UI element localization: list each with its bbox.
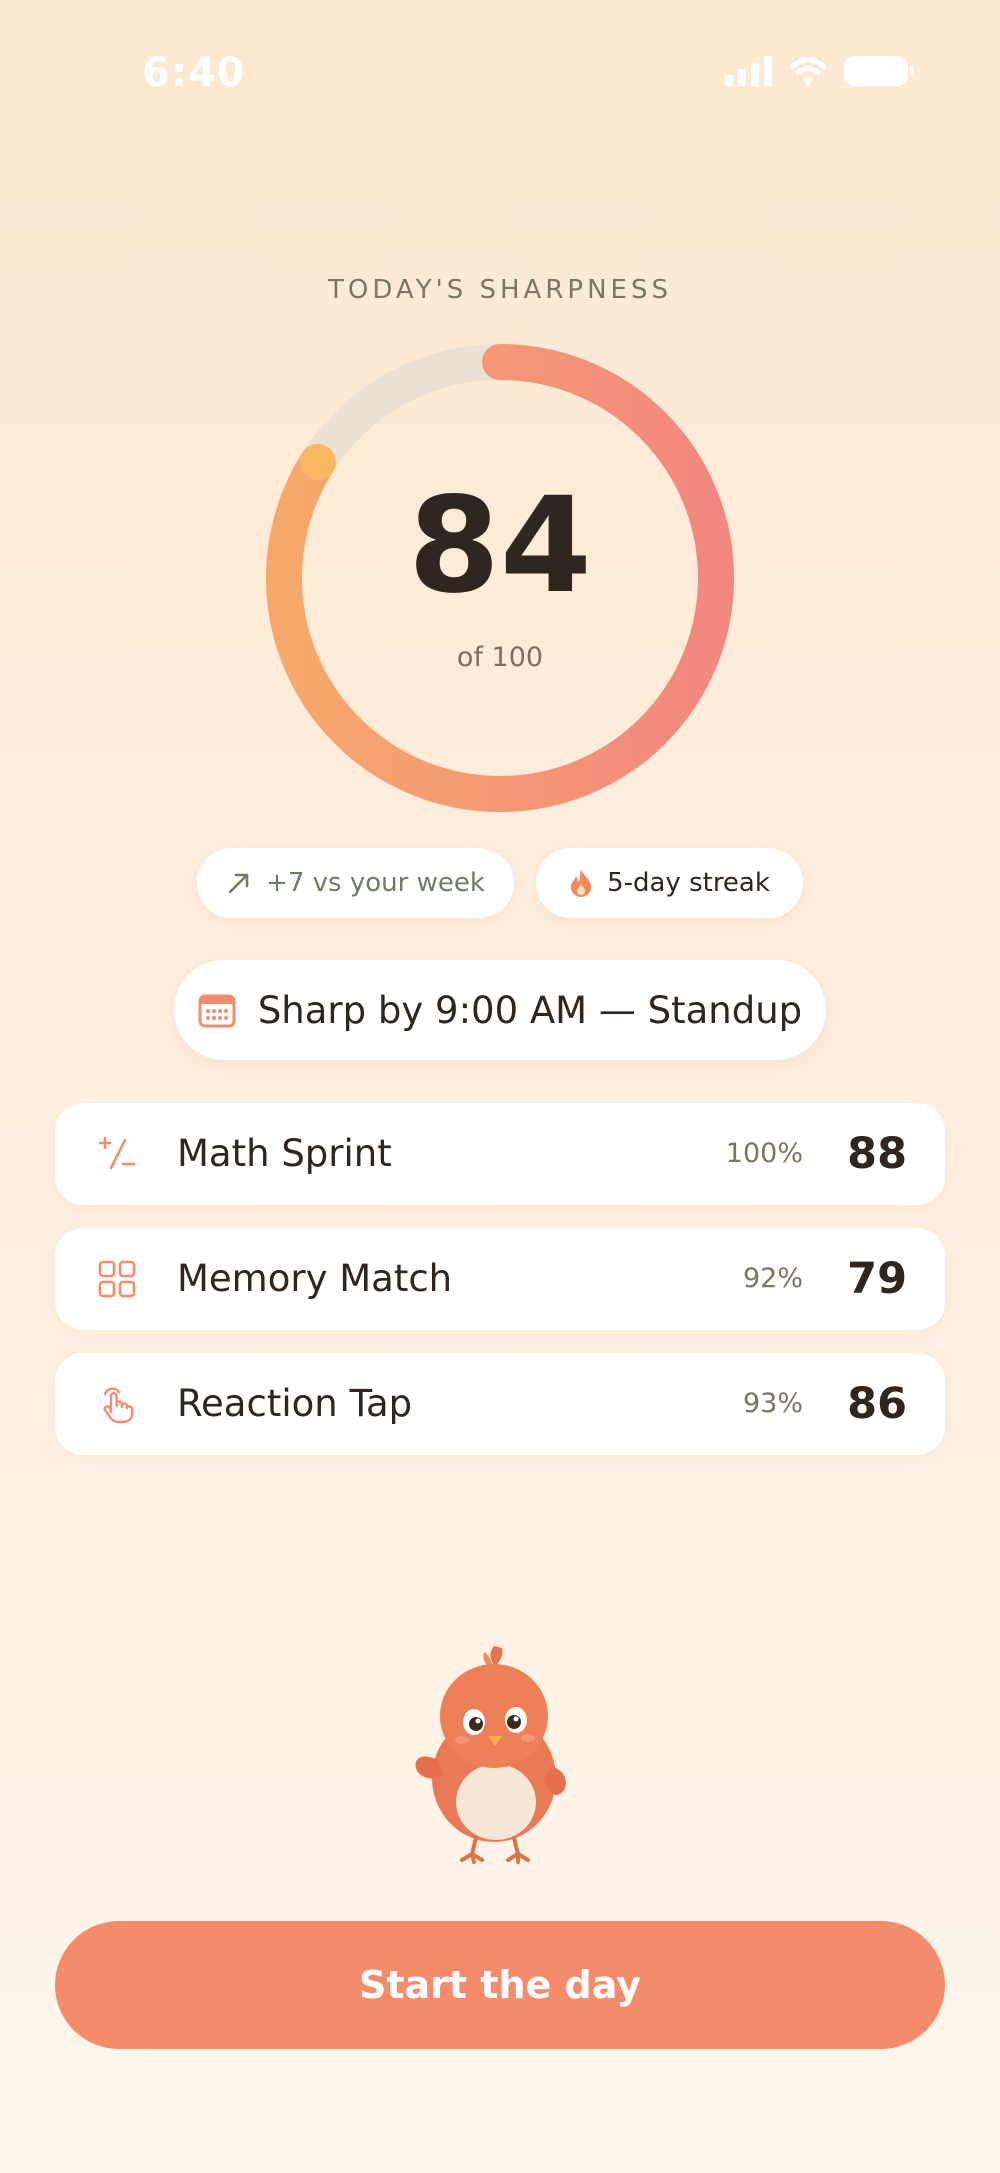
wifi-icon xyxy=(789,57,827,85)
ring-end-knob xyxy=(299,444,336,481)
weekly-change-pill: +7 vs your week xyxy=(197,848,514,918)
start-day-button[interactable]: Start the day xyxy=(55,1921,945,2049)
status-icons xyxy=(725,56,914,86)
game-accuracy: 100% xyxy=(725,1138,803,1169)
game-name: Reaction Tap xyxy=(177,1382,413,1425)
streak-label: 5-day streak xyxy=(607,868,770,898)
game-accuracy: 92% xyxy=(742,1263,803,1294)
trend-up-arrow-icon xyxy=(228,873,249,894)
plus-minus-icon xyxy=(98,1136,136,1170)
game-name: Memory Match xyxy=(177,1257,453,1300)
game-score: 79 xyxy=(847,1254,907,1304)
sharpness-ring: 84 of 100 xyxy=(262,340,738,816)
weekly-change-label: +7 vs your week xyxy=(266,868,485,898)
game-score: 88 xyxy=(847,1129,907,1179)
game-name: Math Sprint xyxy=(177,1132,392,1175)
battery-icon xyxy=(844,56,914,86)
status-time: 6:40 xyxy=(142,50,246,96)
bird-mascot-illustration xyxy=(415,1646,566,1864)
game-results-list: Math Sprint 100% 88 Memory Match 92% 79 … xyxy=(55,1103,945,1478)
game-row-math-sprint[interactable]: Math Sprint 100% 88 xyxy=(55,1103,945,1205)
schedule-label: Sharp by 9:00 AM — Standup xyxy=(257,988,803,1032)
schedule-target[interactable]: Sharp by 9:00 AM — Standup xyxy=(174,960,826,1060)
flame-icon xyxy=(571,869,592,897)
section-title: TODAY'S SHARPNESS xyxy=(328,275,672,305)
sharpness-score: 84 xyxy=(408,469,592,623)
tap-hand-icon xyxy=(103,1387,134,1424)
game-row-memory-match[interactable]: Memory Match 92% 79 xyxy=(55,1228,945,1330)
status-bar: 6:40 xyxy=(0,0,1000,150)
streak-pill: 5-day streak xyxy=(536,848,803,918)
cellular-signal-icon xyxy=(725,56,772,86)
game-accuracy: 93% xyxy=(742,1388,803,1419)
grid-squares-icon xyxy=(98,1260,136,1298)
game-score: 86 xyxy=(847,1379,907,1429)
calendar-icon xyxy=(198,994,236,1028)
sharpness-score-max: of 100 xyxy=(456,642,544,673)
game-row-reaction-tap[interactable]: Reaction Tap 93% 86 xyxy=(55,1353,945,1455)
